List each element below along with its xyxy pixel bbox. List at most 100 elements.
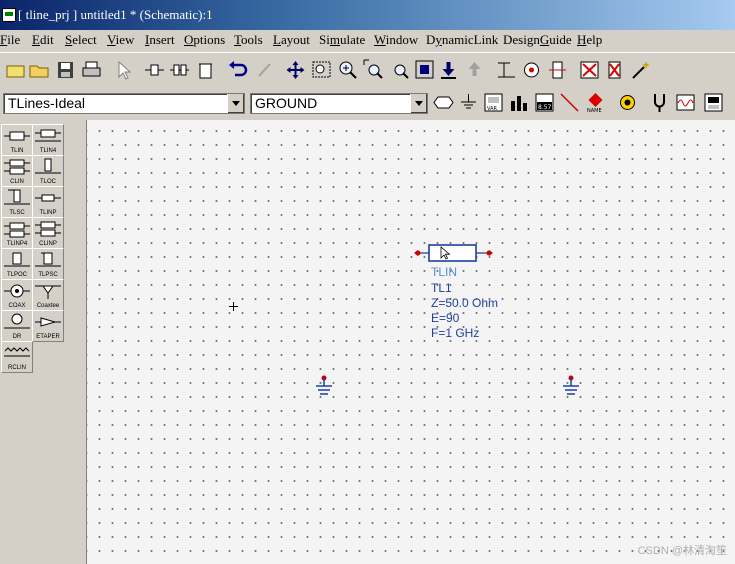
pop-out-hierarchy-icon[interactable]: [463, 58, 486, 82]
line-draw-icon[interactable]: [558, 91, 581, 114]
clin-icon: [4, 159, 30, 175]
hexagon-icon[interactable]: [432, 91, 455, 114]
port-icon[interactable]: [520, 58, 543, 82]
menu-item-window[interactable]: Window: [374, 32, 418, 48]
magic-wand-icon[interactable]: [629, 58, 652, 82]
redo-icon[interactable]: [253, 58, 276, 82]
menu-item-layout[interactable]: Layout: [273, 32, 310, 48]
zoom-point-icon[interactable]: [388, 58, 411, 82]
palette-item-tlpsc[interactable]: TLPSC: [32, 248, 64, 280]
name-icon[interactable]: NAME: [584, 91, 607, 114]
menu-text: ile: [7, 32, 21, 47]
watermark: CSDN @林清淘笙: [637, 545, 727, 557]
library-select[interactable]: TLines-Ideal: [3, 93, 245, 114]
insert-wire-icon[interactable]: [143, 58, 166, 82]
short-icon[interactable]: [603, 58, 626, 82]
waveform-icon[interactable]: [674, 91, 697, 114]
push-into-hierarchy-icon[interactable]: [437, 58, 460, 82]
ground-symbol-icon[interactable]: [315, 375, 333, 397]
menu-text: elect: [72, 32, 97, 47]
palette-item-label: RCLIN: [7, 365, 26, 371]
open-folder-icon[interactable]: [28, 58, 51, 82]
component-z-param: Z=50.0 Ohm: [431, 296, 499, 310]
zoom-in-icon[interactable]: [336, 58, 359, 82]
deactivate-icon[interactable]: [578, 58, 601, 82]
menu-item-simulate[interactable]: Simulate: [319, 32, 365, 48]
menu-item-view[interactable]: View: [107, 32, 134, 48]
simulate-icon[interactable]: [702, 91, 725, 114]
palette-item-label: TLINP: [39, 210, 57, 216]
tuning-gear-icon[interactable]: [616, 91, 639, 114]
zoom-fit-icon[interactable]: [413, 58, 436, 82]
chevron-down-icon[interactable]: [227, 94, 244, 113]
palette-item-tlinp4[interactable]: TLINP4: [1, 217, 33, 249]
ground-symbol-icon[interactable]: [562, 375, 580, 397]
app-icon: [2, 8, 16, 22]
palette-item-clinp[interactable]: CLINP: [32, 217, 64, 249]
menu-mnemonic: H: [577, 32, 587, 47]
palette-item-etaper[interactable]: ETAPER: [32, 310, 64, 342]
menu-item-select[interactable]: Select: [65, 32, 97, 48]
menu-item-insert[interactable]: Insert: [145, 32, 175, 48]
zoom-area-icon[interactable]: [362, 58, 385, 82]
menu-item-help[interactable]: Help: [577, 32, 602, 48]
component-select[interactable]: GROUND: [250, 93, 428, 114]
palette-item-label: CLIN: [10, 179, 24, 185]
data-display-icon[interactable]: 8.57: [533, 91, 556, 114]
palette-item-coaxtee[interactable]: Coaxtee: [32, 279, 64, 311]
etaper-icon: [35, 317, 61, 327]
palette-item-tlsc[interactable]: TLSC: [1, 186, 33, 218]
menu-item-tools[interactable]: Tools: [234, 32, 263, 48]
menu-item-edit[interactable]: Edit: [32, 32, 54, 48]
move-icon[interactable]: [284, 58, 307, 82]
palette-item-label: ETAPER: [36, 334, 60, 340]
menu-item-options[interactable]: Options: [184, 32, 225, 48]
ground-icon[interactable]: [457, 91, 480, 114]
palette-item-label: TLIN4: [39, 148, 57, 154]
pin-icon[interactable]: [546, 58, 569, 82]
menu-item-designguide[interactable]: DesignGuide: [503, 32, 572, 48]
palette-item-label: TLINP4: [6, 241, 28, 247]
tloc-icon: [35, 158, 61, 174]
palette-item-tlin4[interactable]: TLIN4: [32, 124, 64, 156]
chevron-down-icon[interactable]: [410, 94, 427, 113]
tuning-fork-icon[interactable]: [648, 91, 671, 114]
palette-item-tloc[interactable]: TLOC: [32, 155, 64, 187]
menu-text: elp: [586, 32, 603, 47]
tlinp-icon: [35, 194, 61, 202]
save-icon[interactable]: [54, 58, 77, 82]
palette-item-tlinp[interactable]: TLINP: [32, 186, 64, 218]
tlin-component[interactable]: [414, 242, 493, 264]
select-arrow-icon[interactable]: [112, 58, 135, 82]
wire-label-icon[interactable]: [495, 58, 518, 82]
schematic-canvas[interactable]: TLIN TL1 Z=50.0 Ohm E=90 F=1 GHz CSDN @林…: [87, 120, 735, 564]
rclin-icon: [4, 347, 30, 357]
palette-item-dr[interactable]: DR: [1, 310, 33, 342]
palette-item-tlpoc[interactable]: TLPOC: [1, 248, 33, 280]
menu-bar: File Edit Select View Insert Options Tools Layo…: [0, 30, 735, 50]
tlin4-icon: [35, 129, 61, 142]
undo-icon[interactable]: [226, 58, 249, 82]
palette-item-clin[interactable]: CLIN: [1, 155, 33, 187]
bar-chart-icon[interactable]: [507, 91, 530, 114]
menu-item-file[interactable]: File: [0, 32, 20, 48]
component-type-label: TLIN: [431, 265, 458, 279]
palette-item-rclin[interactable]: RCLIN: [1, 341, 33, 373]
component-name-label: TL1: [431, 281, 452, 295]
insert-component-icon[interactable]: [168, 58, 191, 82]
window-title: [ tline_prj ] untitled1 * (Schematic):1: [18, 7, 213, 22]
menu-mnemonic: O: [184, 32, 194, 47]
delete-trash-icon[interactable]: [194, 58, 217, 82]
menu-item-dynamiclink[interactable]: DynamicLink: [426, 32, 498, 48]
palette-item-label: TLSC: [9, 210, 25, 216]
palette-item-tlin[interactable]: TLIN: [1, 124, 33, 156]
palette-item-coax[interactable]: COAX: [1, 279, 33, 311]
new-icon[interactable]: [4, 58, 27, 82]
menu-text: ools: [241, 32, 263, 47]
component-palette: TLIN TLIN4 CLIN TLOC TLSC TLINP TLINP4 CLINP TLP…: [0, 120, 87, 564]
menu-text: iew: [115, 32, 135, 47]
title-bar: [ tline_prj ] untitled1 * (Schematic):1: [0, 0, 735, 30]
zoom-view-all-icon[interactable]: [310, 58, 333, 82]
print-icon[interactable]: [80, 58, 103, 82]
var-equation-icon[interactable]: VAR: [482, 91, 505, 114]
